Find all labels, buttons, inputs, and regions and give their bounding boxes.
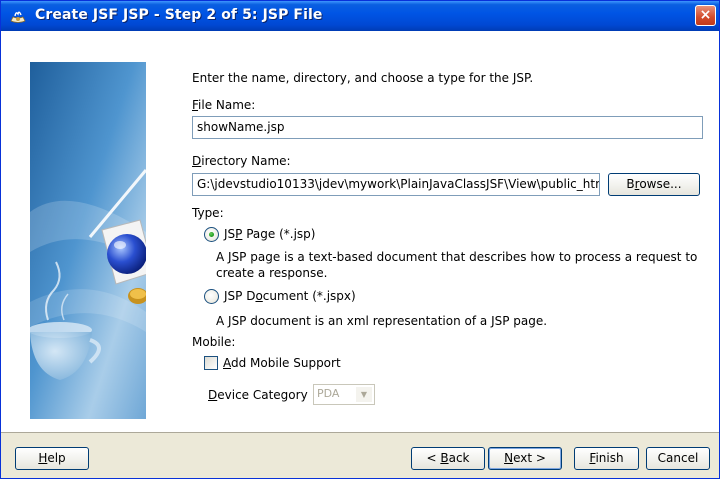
add-mobile-support-checkbox[interactable] <box>204 356 218 370</box>
button-bar: Help < Back Next > Finish Cancel <box>1 432 719 478</box>
cancel-button[interactable]: Cancel <box>646 447 710 470</box>
device-category-value: PDA <box>317 387 340 400</box>
intro-text: Enter the name, directory, and choose a … <box>192 71 534 85</box>
dialog-title: Create JSF JSP - Step 2 of 5: JSP File <box>35 7 323 23</box>
type-label: Type: <box>192 206 224 220</box>
jdeveloper-app-icon <box>10 11 26 23</box>
wizard-content: Enter the name, directory, and choose a … <box>1 31 719 432</box>
title-bar[interactable]: Create JSF JSP - Step 2 of 5: JSP File × <box>1 1 719 31</box>
back-button[interactable]: < Back <box>411 447 485 470</box>
device-category-select[interactable]: PDA ▼ <box>313 384 375 405</box>
next-button[interactable]: Next > <box>488 447 562 470</box>
close-button[interactable]: × <box>695 5 716 26</box>
jsp-page-radio[interactable] <box>204 227 219 242</box>
jsp-document-option-label[interactable]: JSP Document (*.jspx) <box>224 289 356 303</box>
add-mobile-support-label[interactable]: Add Mobile Support <box>223 356 341 370</box>
directory-name-input[interactable]: G:\jdevstudio10133\jdev\mywork\PlainJava… <box>192 173 600 196</box>
wizard-dialog: Create JSF JSP - Step 2 of 5: JSP File × <box>0 0 720 479</box>
directory-name-label: Directory Name: <box>192 154 291 168</box>
jsp-page-option-label[interactable]: JSP Page (*.jsp) <box>224 227 315 241</box>
help-button[interactable]: Help <box>15 447 89 470</box>
close-icon: × <box>699 7 712 23</box>
file-name-label: File Name: <box>192 98 256 112</box>
browse-button[interactable]: Browse... <box>608 173 700 196</box>
chevron-down-icon: ▼ <box>356 387 372 402</box>
jsp-page-description: A JSP page is a text-based document that… <box>216 250 698 280</box>
mobile-label: Mobile: <box>192 335 236 349</box>
jsp-document-radio[interactable] <box>204 289 219 304</box>
file-name-input[interactable]: showName.jsp <box>192 116 703 139</box>
device-category-label: Device Category <box>208 388 308 402</box>
jsp-document-description: A JSP document is an xml representation … <box>216 314 548 328</box>
finish-button[interactable]: Finish <box>574 447 639 470</box>
wizard-illustration <box>30 62 146 419</box>
